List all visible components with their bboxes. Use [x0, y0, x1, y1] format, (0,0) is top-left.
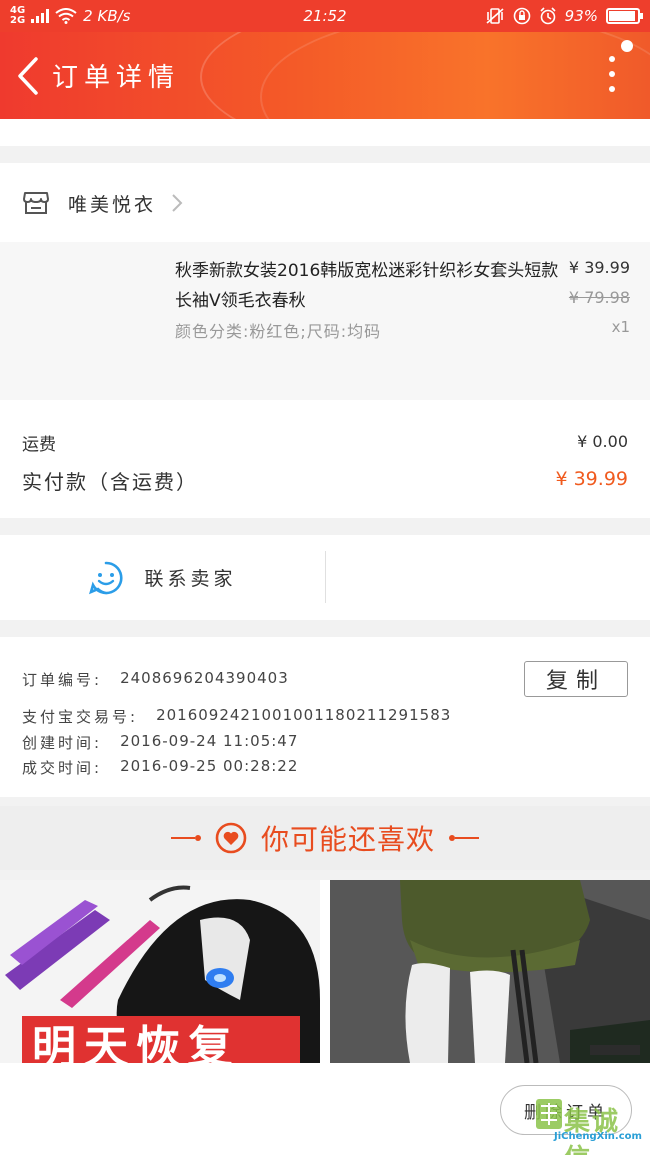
network-indicator: 4G 2G — [10, 5, 26, 26]
watermark-logo-icon — [536, 1099, 562, 1129]
product-image — [330, 880, 650, 1063]
signal-icon — [31, 9, 50, 23]
battery-percent: 93% — [564, 7, 598, 25]
alipay-number: 2016092421001001180211291583 — [156, 706, 452, 724]
paid-value: ¥ 39.99 — [555, 468, 628, 490]
recommend-item-hair-straightener[interactable]: 明天恢复 — [0, 880, 320, 1063]
decorative-line-left — [170, 835, 201, 841]
network-speed: 2 KB/s — [83, 7, 131, 25]
notification-dot — [621, 40, 633, 52]
shop-row[interactable]: 唯美悦衣 — [0, 163, 650, 243]
created-label: 创建时间: — [22, 734, 103, 752]
item-title: 秋季新款女装2016韩版宽松迷彩针织衫女套头短款长袖V领毛衣春秋 — [175, 261, 559, 311]
alarm-icon — [540, 7, 556, 25]
heart-icon — [215, 822, 247, 854]
created-time: 2016-09-24 11:05:47 — [120, 732, 299, 750]
decorative-line-right — [449, 835, 479, 841]
scrolled-section — [0, 119, 650, 146]
vibrate-icon — [486, 8, 504, 24]
contact-seller-button[interactable]: 联系卖家 — [0, 535, 325, 620]
deal-row: 成交时间: 2016-09-25 00:28:22 — [22, 757, 298, 778]
item-spec: 颜色分类:粉红色;尺码:均码 — [175, 322, 382, 341]
status-bar: 4G 2G 2 KB/s 21:52 93% — [0, 0, 650, 32]
watermark: 集诚信 JiChengXin.com — [534, 1097, 644, 1155]
paid-label: 实付款（含运费） — [22, 470, 198, 494]
recommend-item-jacket[interactable] — [330, 880, 650, 1063]
deal-time: 2016-09-25 00:28:22 — [120, 757, 299, 775]
divider — [325, 551, 326, 603]
order-item[interactable]: 秋季新款女装2016韩版宽松迷彩针织衫女套头短款长袖V领毛衣春秋 颜色分类:粉红… — [0, 242, 650, 400]
chat-smiley-icon — [89, 561, 123, 594]
order-info: 订单编号: 2408696204390403 复制 支付宝交易号: 201609… — [0, 637, 650, 797]
back-button[interactable] — [8, 46, 48, 106]
order-number-row: 订单编号: 2408696204390403 — [22, 669, 289, 690]
wifi-icon — [55, 8, 77, 24]
chevron-left-icon — [18, 56, 38, 95]
item-original-price: ¥ 79.98 — [568, 288, 630, 307]
deal-label: 成交时间: — [22, 759, 103, 777]
contact-seller-label: 联系卖家 — [144, 568, 237, 590]
shop-name: 唯美悦衣 — [68, 193, 157, 216]
header-bar: 订单详情 — [0, 32, 650, 119]
store-icon — [23, 192, 49, 214]
contact-section: 联系卖家 — [0, 535, 650, 620]
recommend-title: 你可能还喜欢 — [260, 823, 435, 856]
copy-button[interactable]: 复制 — [524, 661, 628, 697]
shipping-label: 运费 — [22, 435, 56, 455]
created-row: 创建时间: 2016-09-24 11:05:47 — [22, 732, 298, 753]
recommend-grid: 明天恢复 — [0, 880, 650, 1063]
payment-summary: 运费 ¥ 0.00 实付款（含运费） ¥ 39.99 — [0, 400, 650, 518]
recommend-header: 你可能还喜欢 — [0, 806, 650, 870]
item-price: ¥ 39.99 — [568, 258, 630, 277]
promo-banner-text: 明天恢复 — [22, 1016, 300, 1063]
item-quantity: x1 — [611, 318, 630, 336]
rotation-lock-icon — [513, 7, 530, 25]
page-title: 订单详情 — [52, 63, 181, 93]
order-number: 2408696204390403 — [120, 669, 289, 687]
watermark-url: JiChengXin.com — [554, 1131, 642, 1142]
more-menu-button[interactable] — [604, 56, 620, 92]
order-number-label: 订单编号: — [22, 671, 103, 689]
alipay-row: 支付宝交易号: 2016092421001001180211291583 — [22, 706, 451, 727]
alipay-label: 支付宝交易号: — [22, 708, 139, 726]
watermark-logo-text: 集诚信 — [564, 1107, 621, 1155]
battery-icon — [606, 8, 643, 24]
chevron-right-icon — [172, 194, 183, 212]
shipping-value: ¥ 0.00 — [577, 432, 628, 451]
bottom-action-bar: 删除订单 集诚信 JiChengXin.com — [0, 1063, 650, 1155]
